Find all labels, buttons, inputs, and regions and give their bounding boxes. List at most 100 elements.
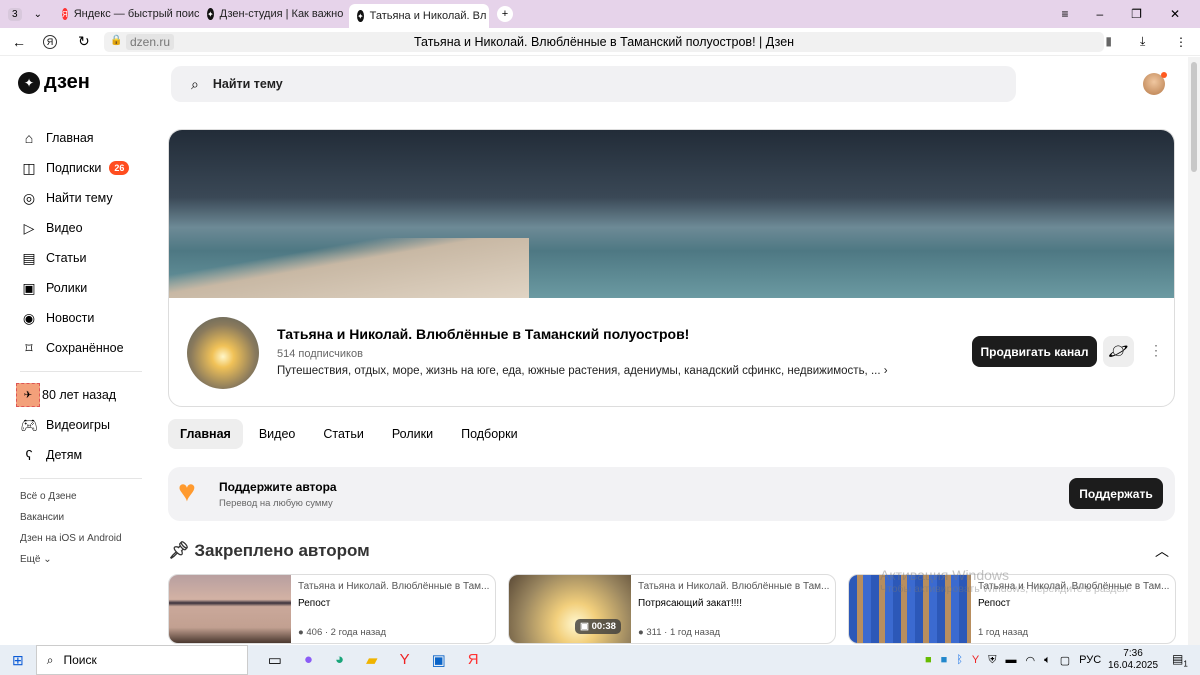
sidebar-item-find-topic[interactable]: ◎ Найти тему	[20, 183, 142, 213]
tab-count[interactable]: 3	[8, 7, 22, 21]
search-icon: ⌕	[191, 75, 199, 92]
restore-icon[interactable]: ❐	[1131, 7, 1142, 21]
back-icon[interactable]: ←	[12, 34, 26, 50]
notification-dot	[1161, 72, 1167, 78]
views-icon: ●	[298, 627, 304, 638]
support-banner: ♥ Поддержите автора Перевод на любую сум…	[168, 467, 1175, 521]
language-indicator[interactable]: РУС	[1079, 654, 1101, 666]
sidebar-item-articles[interactable]: ▤ Статьи	[20, 243, 142, 273]
tab-video[interactable]: Видео	[247, 419, 308, 449]
tab-yandex[interactable]: Я Яндекс — быстрый поиск	[54, 3, 199, 25]
meet-icon[interactable]: ▢	[1060, 654, 1070, 667]
divider	[20, 371, 142, 372]
explorer-icon[interactable]: ▰	[366, 651, 378, 669]
notifications-icon[interactable]: ▤1	[1172, 652, 1188, 668]
tab-collections[interactable]: Подборки	[449, 419, 529, 449]
search-placeholder: Найти тему	[212, 77, 283, 91]
tabs-dropdown-icon[interactable]: ⌄	[34, 9, 42, 20]
volume-icon[interactable]: 🔈︎	[1044, 654, 1051, 667]
pinned-card[interactable]: Татьяна и Николай. Влюблённые в Там... Р…	[168, 574, 496, 644]
pinned-card[interactable]: ▣ 00:38 Татьяна и Николай. Влюблённые в …	[508, 574, 836, 644]
intel-icon[interactable]: ■	[941, 654, 948, 666]
channel-description[interactable]: Путешествия, отдых, море, жизнь на юге, …	[277, 365, 888, 377]
sidebar-item-video[interactable]: ▷ Видео	[20, 213, 142, 243]
link-apps[interactable]: Дзен на iOS и Android	[20, 533, 142, 554]
link-about[interactable]: Всё о Дзене	[20, 491, 142, 512]
sidebar-item-shorts[interactable]: ▣ Ролики	[20, 273, 142, 303]
card-author: Татьяна и Николай. Влюблённые в Там...	[978, 581, 1170, 592]
channel-name: Татьяна и Николай. Влюблённые в Тамански…	[277, 326, 690, 342]
bookmark-page-icon[interactable]: ▮	[1105, 34, 1112, 48]
yandex-icon: Я	[61, 8, 68, 20]
bluetooth-icon[interactable]: ᛒ	[956, 654, 963, 666]
pinned-card[interactable]: Татьяна и Николай. Влюблённые в Там... Р…	[848, 574, 1176, 644]
sidebar-item-games[interactable]: 🎮︎ Видеоигры	[20, 410, 142, 440]
label: Видео	[46, 221, 83, 235]
tab-dzen-studio[interactable]: ✦ Дзен-студия | Как важно	[199, 3, 349, 25]
avatar[interactable]	[1143, 72, 1167, 95]
task-view-icon[interactable]: ▭	[268, 651, 282, 669]
label: Подписки	[46, 161, 102, 175]
alice-icon[interactable]: ●	[304, 651, 313, 669]
battery-icon[interactable]: ▬	[1006, 654, 1017, 666]
link-jobs[interactable]: Вакансии	[20, 512, 142, 533]
channel-avatar	[187, 317, 259, 389]
wifi-icon[interactable]: ◠	[1026, 654, 1036, 667]
card-image	[169, 575, 291, 643]
reload-icon[interactable]: ↻	[78, 33, 90, 50]
yandex-browser-icon[interactable]: Y	[400, 651, 410, 669]
sidebar-item-kids[interactable]: ʕ Детям	[20, 440, 142, 470]
scrollbar[interactable]	[1188, 57, 1200, 645]
support-button[interactable]: Поддержать	[1069, 478, 1163, 509]
clock[interactable]: 7:36 16.04.2025	[1108, 648, 1158, 672]
scrollbar-thumb[interactable]	[1191, 62, 1197, 172]
windows-start-icon[interactable]: ⊞	[12, 652, 24, 669]
time: 7:36	[1123, 648, 1143, 659]
label: Статьи	[46, 251, 87, 265]
divider	[20, 478, 142, 479]
more-icon[interactable]: ⋮	[1149, 342, 1163, 359]
dzen-logo[interactable]: ✦ дзен	[18, 71, 90, 94]
card-meta: ● 406 · 2 года назад	[298, 627, 386, 638]
sidebar-item-news[interactable]: ◉ Новости	[20, 303, 142, 333]
card-image	[849, 575, 971, 643]
dzen-icon: ✦	[356, 10, 364, 22]
minimize-icon[interactable]: –	[1096, 7, 1103, 21]
pinned-heading: 📌︎ Закреплено автором	[168, 541, 370, 561]
label: Ещё	[20, 554, 41, 565]
sidebar-item-subscriptions[interactable]: ◫ Подписки 26	[20, 153, 142, 183]
sidebar-item-80-years[interactable]: ✈ 80 лет назад	[16, 380, 142, 410]
video-icon: ▷	[23, 219, 35, 236]
outlook-icon[interactable]: ▣	[432, 651, 446, 669]
security-icon[interactable]: ⛨	[988, 654, 996, 667]
new-tab-button[interactable]: +	[496, 6, 513, 22]
yandex-tray-icon[interactable]: Y	[972, 654, 979, 666]
tab-articles[interactable]: Статьи	[311, 419, 376, 449]
promote-channel-button[interactable]: Продвигать канал	[972, 336, 1097, 367]
shorts-icon: ▣	[580, 621, 589, 632]
pin-icon: 📌︎	[168, 541, 190, 560]
taskbar-search[interactable]: ⌕ Поиск	[35, 645, 248, 675]
chevron-down-icon: ⌄	[43, 554, 52, 565]
yandex-button-icon[interactable]: Я	[43, 34, 57, 49]
yandex-icon[interactable]: Я	[468, 651, 479, 669]
extensions-icon[interactable]: ⋮	[1175, 35, 1187, 49]
url-field[interactable]: 🔒 dzen.ru Татьяна и Николай. Влюблённые …	[104, 32, 1112, 52]
nvidia-icon[interactable]: ■	[925, 654, 932, 666]
edge-icon[interactable]: ◕	[335, 651, 344, 669]
tab-channel[interactable]: ✦Татьяна и Николай. Вл×	[348, 4, 489, 28]
downloads-icon[interactable]: ⤓	[1140, 34, 1145, 49]
sidebar-item-saved[interactable]: ⌑ Сохранённое	[20, 333, 142, 363]
taskbar: ⊞ ⌕ Поиск ▭ ● ◕ ▰ Y ▣ Я ■ ■ ᛒ Y ⛨ ▬ ◠ 🔈︎ …	[0, 645, 1200, 675]
close-window-icon[interactable]: ✕	[1170, 7, 1180, 21]
label: Ролики	[46, 281, 88, 295]
search-input[interactable]: ⌕ Найти тему	[171, 66, 1016, 102]
tab-home[interactable]: Главная	[168, 419, 243, 449]
sidebar-item-home[interactable]: ⌂ Главная	[20, 123, 142, 153]
tab-shorts[interactable]: Ролики	[380, 419, 445, 449]
collapse-icon[interactable]: ︿	[1155, 541, 1169, 561]
notification-count: 1	[1183, 659, 1188, 669]
planet-button[interactable]: 🪐︎	[1103, 336, 1134, 367]
menu-icon[interactable]: ≡	[1061, 7, 1068, 21]
link-more[interactable]: Ещё ⌄	[20, 554, 142, 575]
